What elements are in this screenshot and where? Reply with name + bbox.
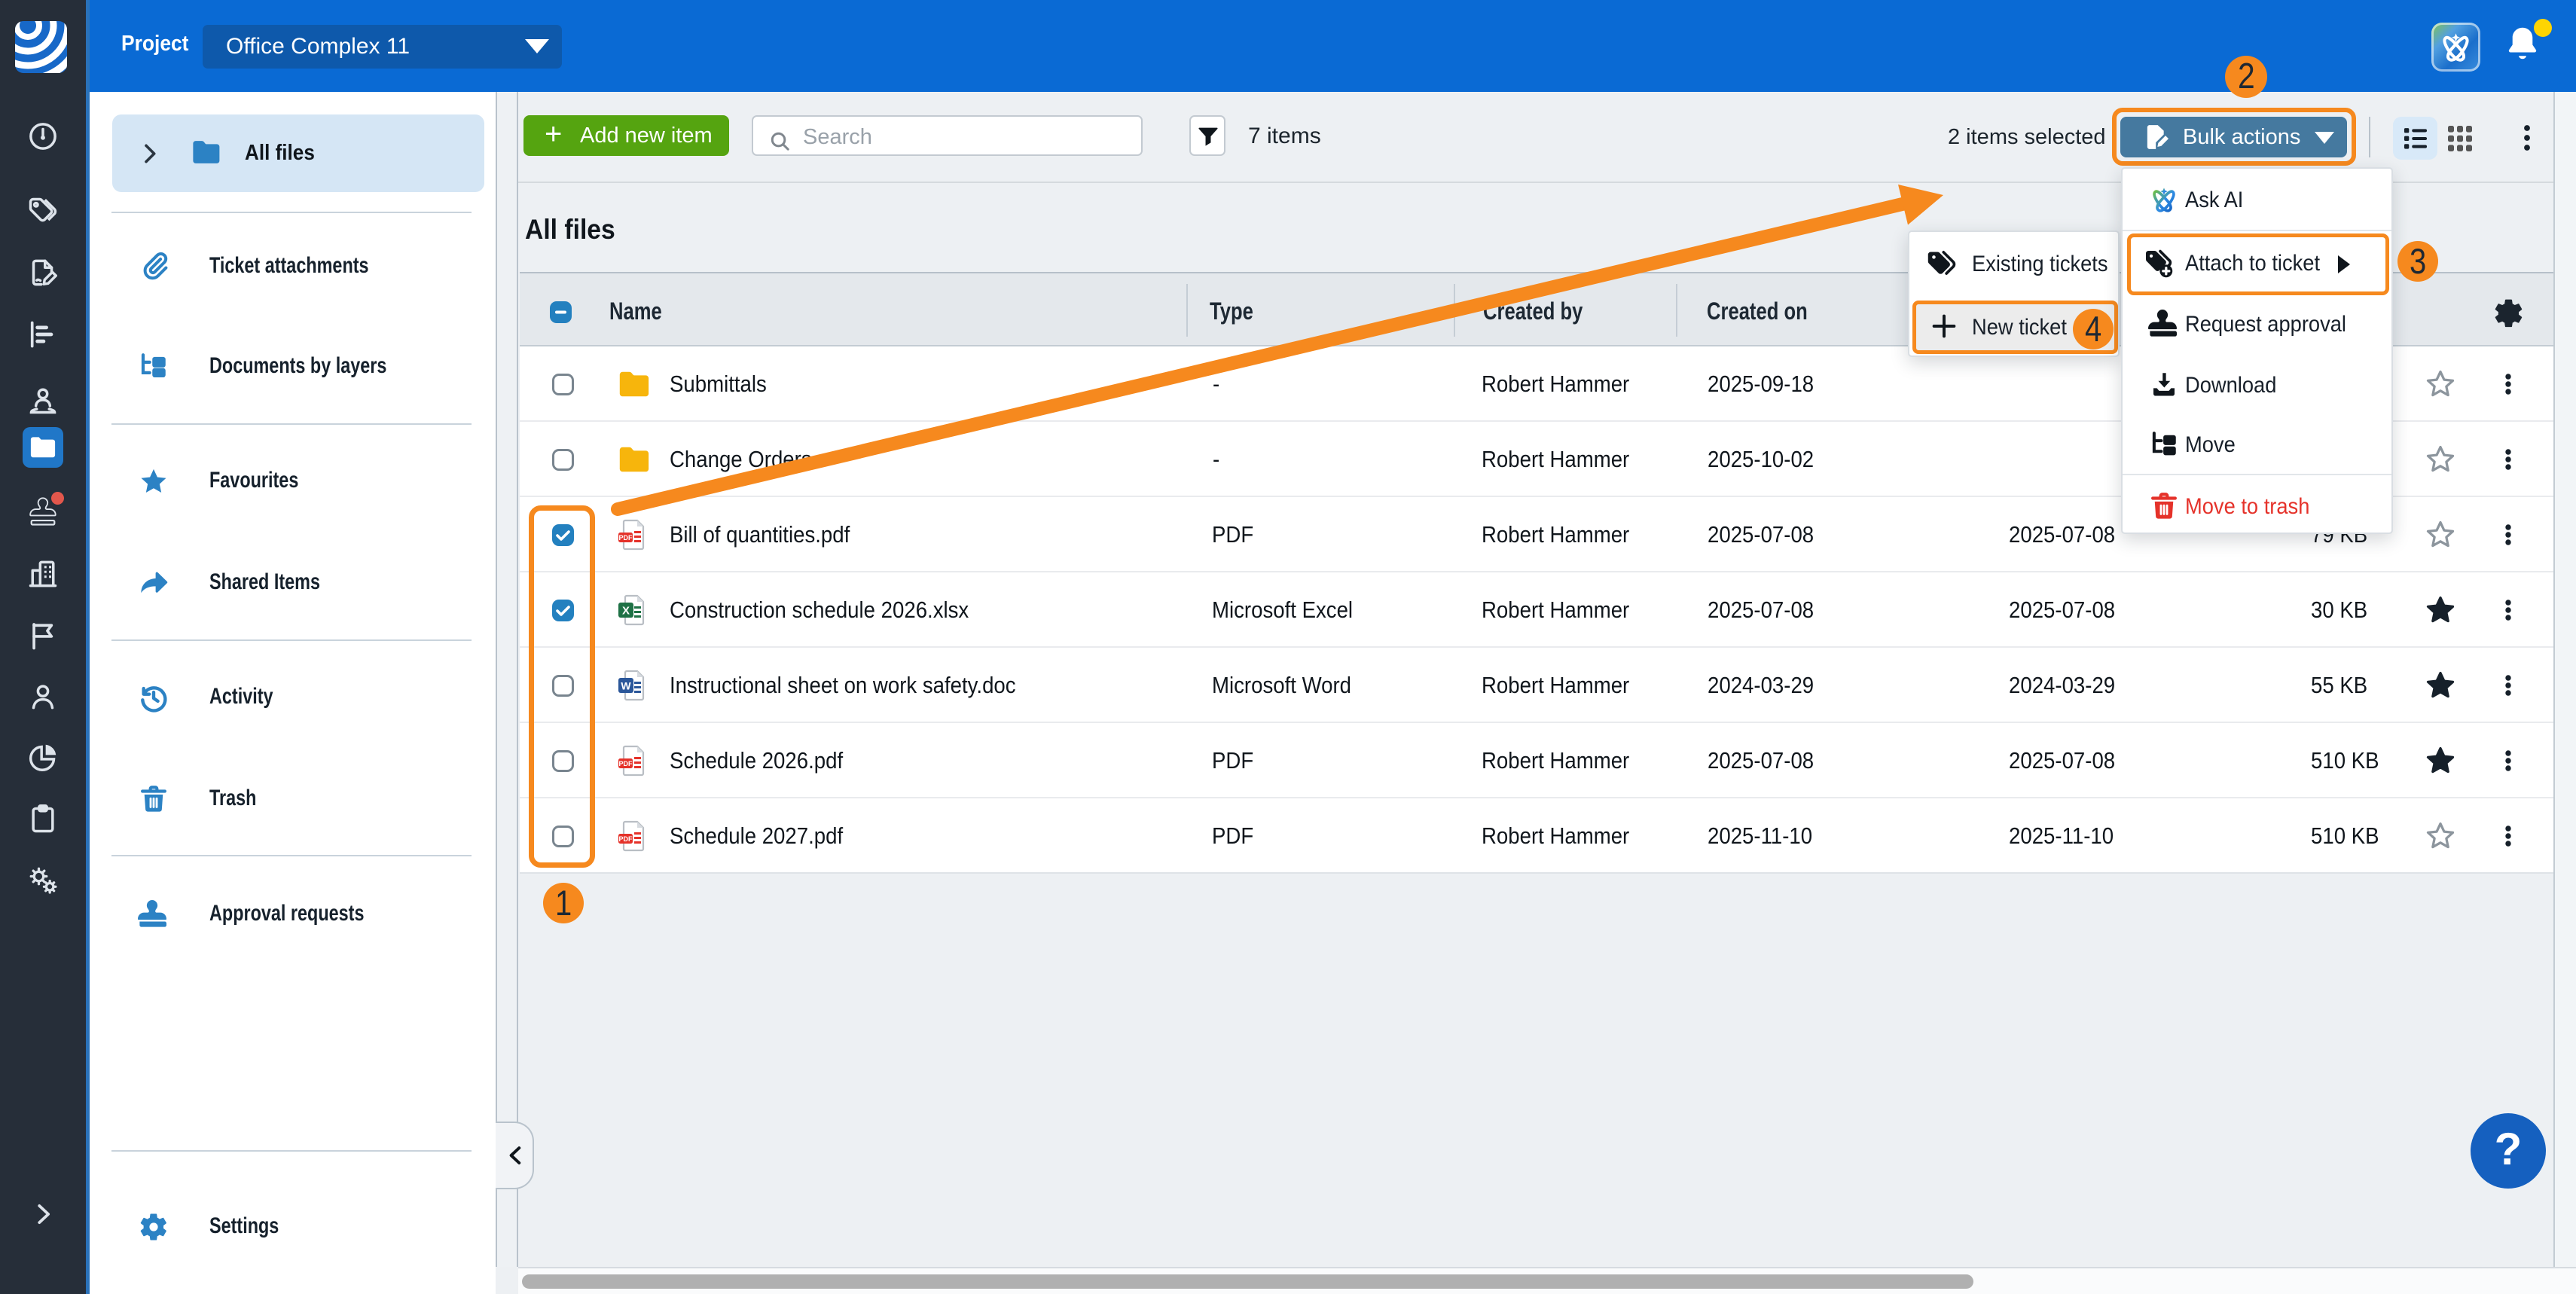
svg-text:PDF: PDF — [619, 760, 633, 768]
svg-text:X: X — [622, 605, 630, 618]
svg-text:PDF: PDF — [619, 534, 633, 542]
svg-text:PDF: PDF — [619, 835, 633, 843]
svg-text:W: W — [621, 680, 631, 692]
